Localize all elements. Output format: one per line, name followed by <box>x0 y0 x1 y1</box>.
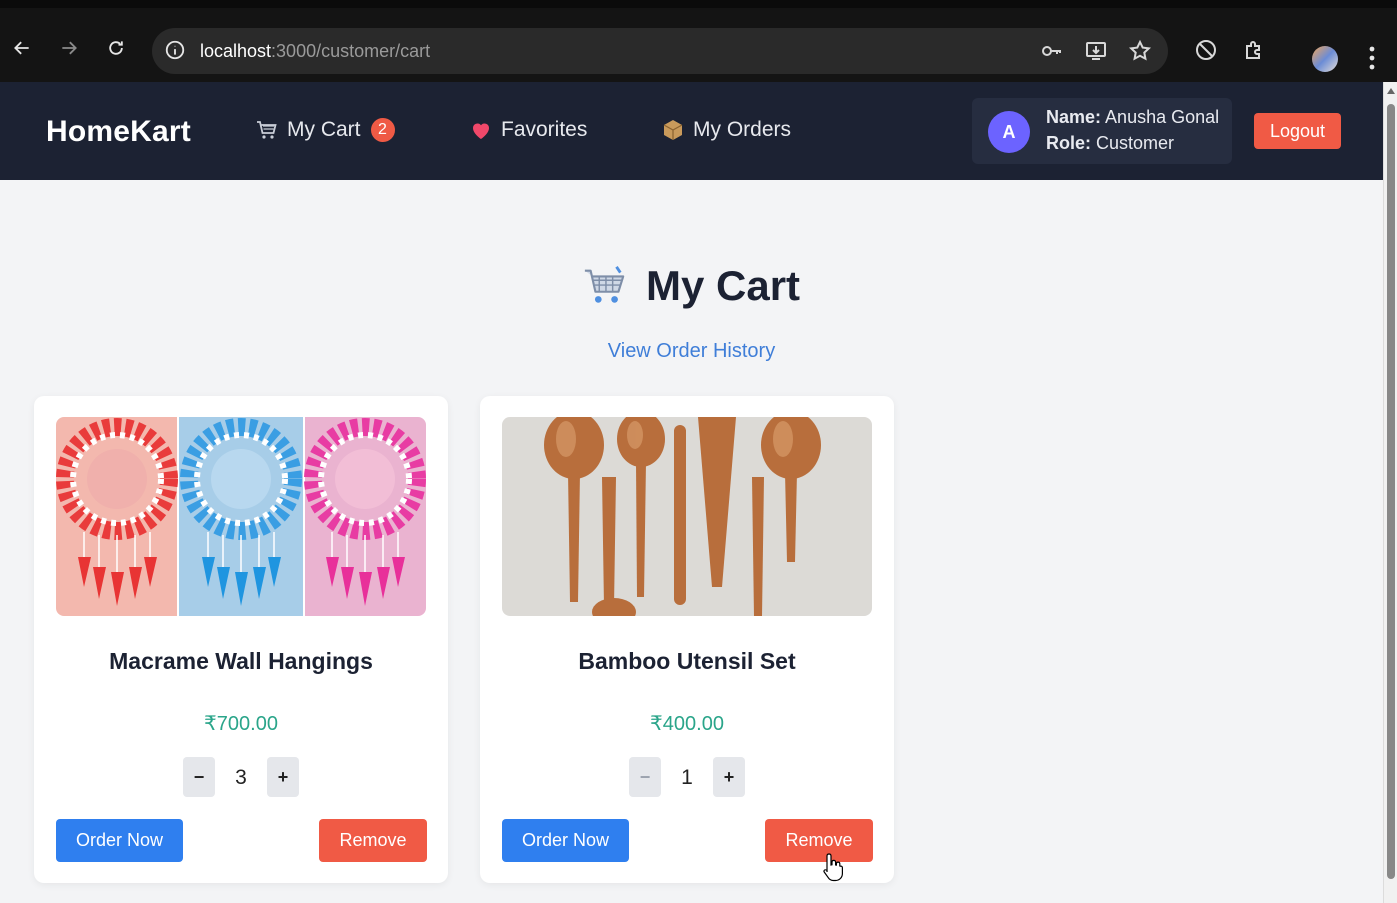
quantity-value: 1 <box>681 766 693 789</box>
back-icon[interactable] <box>10 36 34 60</box>
cart-item-card: Bamboo Utensil Set ₹400.00 − 1 + Order N… <box>480 396 894 883</box>
quantity-value: 3 <box>235 766 247 789</box>
hand-pointer-cursor-icon <box>823 853 843 882</box>
heart-icon <box>473 123 489 139</box>
extensions-puzzle-icon[interactable] <box>1242 38 1266 62</box>
reload-icon[interactable] <box>104 36 128 60</box>
product-image-bamboo-utensils <box>502 417 872 616</box>
browser-toolbar: localhost:3000/customer/cart <box>0 8 1397 82</box>
decrease-quantity-button[interactable]: − <box>629 757 661 797</box>
nav-my-cart[interactable]: My Cart 2 <box>255 118 395 142</box>
user-role: Role: Customer <box>1046 133 1175 153</box>
extension-blocked-icon[interactable] <box>1194 38 1218 62</box>
scroll-up-arrow-icon[interactable] <box>1387 88 1395 94</box>
app-navbar: HomeKart My Cart 2 Favorites My Orders A… <box>0 82 1383 180</box>
product-name: Bamboo Utensil Set <box>578 648 796 674</box>
url-text[interactable]: localhost:3000/customer/cart <box>200 41 430 62</box>
product-price: ₹700.00 <box>204 713 278 735</box>
user-info-card: A Name: Anusha Gonal Role: Customer <box>972 98 1232 164</box>
product-price: ₹400.00 <box>650 713 724 735</box>
logout-button[interactable]: Logout <box>1254 113 1341 149</box>
nav-my-orders-label: My Orders <box>693 118 792 141</box>
cart-item-card: Macrame Wall Hangings ₹700.00 − 3 + Orde… <box>34 396 448 883</box>
address-bar[interactable]: localhost:3000/customer/cart <box>152 28 1168 74</box>
increase-quantity-button[interactable]: + <box>267 757 299 797</box>
view-order-history-link[interactable]: View Order History <box>0 340 1383 363</box>
menu-kebab-icon[interactable] <box>1364 43 1380 73</box>
cart-icon <box>257 121 277 139</box>
remove-button[interactable]: Remove <box>765 819 873 862</box>
page-scrollbar[interactable] <box>1383 82 1397 903</box>
product-name: Macrame Wall Hangings <box>109 648 373 674</box>
nav-my-cart-label: My Cart <box>287 118 361 141</box>
order-now-button[interactable]: Order Now <box>502 819 629 862</box>
cart-icon <box>584 266 625 303</box>
package-icon <box>663 120 683 140</box>
avatar: A <box>988 111 1030 153</box>
nav-favorites[interactable]: Favorites <box>469 118 587 142</box>
decrease-quantity-button[interactable]: − <box>183 757 215 797</box>
increase-quantity-button[interactable]: + <box>713 757 745 797</box>
product-image-macrame <box>56 417 426 616</box>
browser-top-strip <box>0 0 1397 8</box>
bookmark-star-icon[interactable] <box>1128 39 1152 63</box>
install-app-icon[interactable] <box>1084 39 1108 63</box>
profile-avatar-icon[interactable] <box>1312 46 1338 72</box>
forward-icon[interactable] <box>57 36 81 60</box>
page-title: My Cart <box>582 262 800 310</box>
nav-my-orders[interactable]: My Orders <box>661 118 791 142</box>
password-key-icon[interactable] <box>1040 39 1064 63</box>
brand-logo[interactable]: HomeKart <box>46 115 191 149</box>
remove-button[interactable]: Remove <box>319 819 427 862</box>
nav-favorites-label: Favorites <box>501 118 588 141</box>
user-name: Name: Anusha Gonal <box>1046 107 1220 127</box>
cart-count-badge: 2 <box>370 118 395 142</box>
site-info-icon[interactable] <box>164 39 186 61</box>
scroll-thumb[interactable] <box>1387 104 1395 879</box>
order-now-button[interactable]: Order Now <box>56 819 183 862</box>
page-title-text: My Cart <box>646 262 801 309</box>
